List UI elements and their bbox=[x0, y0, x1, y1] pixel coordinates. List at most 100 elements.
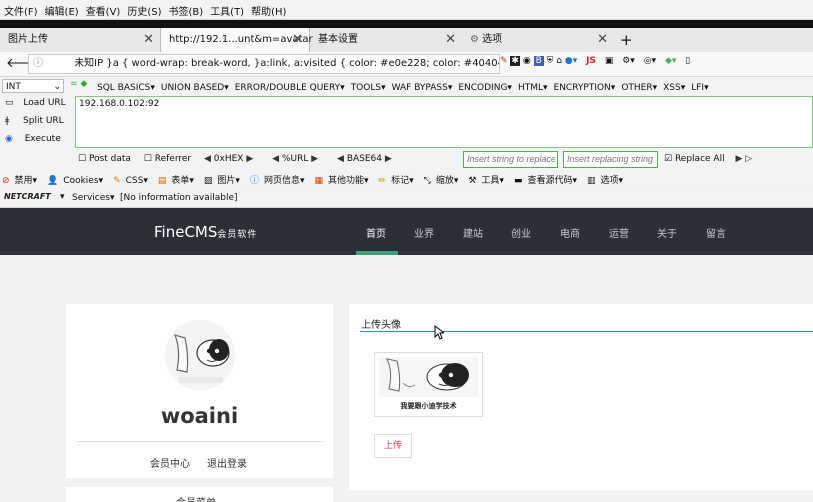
referrer-checkbox[interactable]: ☐ bbox=[144, 154, 152, 164]
puzzle-icon[interactable]: ✱ bbox=[510, 56, 520, 66]
split-url-button[interactable]: ǂ Split URL bbox=[5, 116, 64, 126]
image-icon[interactable]: ▣ bbox=[605, 56, 614, 66]
url-encode-arrow[interactable]: ▶ bbox=[311, 154, 318, 164]
hackbar-url-textarea[interactable]: 192.168.0.102:92 bbox=[75, 96, 813, 148]
misc-menu[interactable]: ▦ 其他功能▾ bbox=[314, 176, 373, 186]
cookies-menu[interactable]: 👤 Cookies▾ bbox=[47, 176, 108, 186]
b-icon[interactable]: B bbox=[533, 56, 544, 66]
type-select[interactable]: INT ⌄ bbox=[2, 79, 64, 93]
mouse-cursor-icon bbox=[434, 325, 444, 340]
menu-encryption[interactable]: ENCRYPTION▾ bbox=[554, 83, 616, 93]
menu-lfi[interactable]: LFI▾ bbox=[691, 83, 708, 93]
hex-decode-arrow[interactable]: ◀ bbox=[204, 154, 211, 164]
hex-encode-arrow[interactable]: ▶ bbox=[246, 154, 253, 164]
menu-error-double[interactable]: ERROR/DOUBLE QUERY▾ bbox=[235, 83, 345, 93]
target-icon[interactable]: ◎▾ bbox=[644, 56, 656, 66]
chevron-down-icon: ⌄ bbox=[53, 82, 61, 92]
menu-help[interactable]: 帮助(H) bbox=[247, 0, 289, 18]
nav-message[interactable]: 留言 bbox=[706, 225, 726, 240]
nav-industry[interactable]: 业界 bbox=[414, 225, 434, 240]
info-icon: ⓘ bbox=[249, 176, 259, 186]
shield-icon[interactable]: ⛨ bbox=[547, 56, 554, 66]
address-bar[interactable]: ⓘ 未知IP }a { word-wrap: break-word, }a:li… bbox=[28, 54, 500, 74]
load-url-button[interactable]: ▭ Load URL bbox=[5, 98, 66, 108]
url-decode-arrow[interactable]: ◀ bbox=[272, 154, 279, 164]
add-icon[interactable]: = ◆ bbox=[70, 79, 87, 89]
base64-encode-arrow[interactable]: ▶ bbox=[385, 154, 392, 164]
globe-icon[interactable]: ●▾ bbox=[565, 56, 577, 66]
home-icon[interactable]: ⌂ bbox=[556, 56, 562, 66]
insert-string-input[interactable] bbox=[463, 151, 558, 168]
info-icon[interactable]: ⓘ bbox=[33, 58, 43, 69]
new-tab-button[interactable]: + bbox=[616, 28, 638, 52]
forms-menu[interactable]: ▤ 表单▾ bbox=[158, 176, 199, 186]
menu-xss[interactable]: XSS▾ bbox=[663, 83, 685, 93]
tab-label: 图片上传 bbox=[8, 34, 48, 45]
menu-view[interactable]: 查看(V) bbox=[82, 0, 124, 18]
avatar[interactable] bbox=[165, 320, 235, 390]
menu-tools[interactable]: TOOLS▾ bbox=[351, 83, 386, 93]
services-menu[interactable]: Services▾ bbox=[72, 193, 114, 203]
netcraft-logo[interactable]: NETCRAFT bbox=[4, 192, 51, 201]
resize-menu[interactable]: ⤡ 缩放▾ bbox=[424, 176, 464, 186]
tab-basic-settings[interactable]: 基本设置 ✕ bbox=[310, 28, 462, 52]
page-icon[interactable]: ▯ bbox=[685, 56, 690, 66]
web-developer-toolbar: ⊘ 禁用▾ 👤 Cookies▾ ✎ CSS▾ ▤ 表单▾ ▨ 图片▾ ⓘ 网页信息▾ ▦ 其他功能▾ ✏ 标… bbox=[0, 172, 813, 188]
close-icon[interactable]: ✕ bbox=[597, 28, 608, 52]
css-menu[interactable]: ✎ CSS▾ bbox=[113, 176, 153, 186]
replace-arrow[interactable]: ▶ ▷ bbox=[735, 154, 752, 164]
forms-label: 表单▾ bbox=[171, 176, 194, 186]
menu-edit[interactable]: 编辑(E) bbox=[41, 0, 82, 18]
upload-button[interactable]: 上传 bbox=[374, 434, 412, 458]
nav-startup[interactable]: 创业 bbox=[511, 225, 531, 240]
nav-about[interactable]: 关于 bbox=[657, 225, 677, 240]
tab-options[interactable]: ⚙ 选项 ✕ bbox=[464, 28, 614, 52]
close-icon[interactable]: ✕ bbox=[445, 28, 456, 52]
menu-waf-bypass[interactable]: WAF BYPASS▾ bbox=[392, 83, 453, 93]
disable-menu[interactable]: ⊘ 禁用▾ bbox=[2, 176, 42, 186]
replace-all-checkbox[interactable]: ☑ bbox=[664, 154, 672, 164]
pen-icon[interactable]: ✎ bbox=[500, 56, 508, 66]
insert-replacing-input[interactable] bbox=[563, 151, 658, 168]
base64-decode-arrow[interactable]: ◀ bbox=[337, 154, 344, 164]
menu-history[interactable]: 历史(S) bbox=[123, 0, 164, 18]
menu-encoding[interactable]: ENCODING▾ bbox=[458, 83, 512, 93]
replace-all-control[interactable]: ☑ Replace All ▶ ▷ bbox=[664, 154, 752, 164]
close-icon[interactable]: ✕ bbox=[292, 28, 303, 52]
palette-icon[interactable]: ◆▾ bbox=[665, 56, 676, 66]
tab-avatar[interactable]: http://192.1...unt&m=avatar ✕ bbox=[160, 28, 313, 52]
outline-menu[interactable]: ✏ 标记▾ bbox=[379, 176, 419, 186]
nav-ecommerce[interactable]: 电商 bbox=[560, 225, 580, 240]
menu-sql-basics[interactable]: SQL BASICS▾ bbox=[97, 83, 155, 93]
cookies-label: Cookies▾ bbox=[63, 176, 104, 186]
js-icon[interactable]: JS bbox=[586, 56, 596, 66]
page-info-menu[interactable]: ⓘ 网页信息▾ bbox=[250, 176, 310, 186]
member-center-link[interactable]: 会员中心 bbox=[150, 455, 190, 470]
menu-file[interactable]: 文件(F) bbox=[0, 0, 41, 18]
menu-other[interactable]: OTHER▾ bbox=[621, 83, 657, 93]
tab-image-upload[interactable]: 图片上传 ✕ bbox=[0, 28, 160, 52]
tools-menu[interactable]: ⚒ 工具▾ bbox=[468, 176, 509, 186]
logout-link[interactable]: 退出登录 bbox=[207, 455, 247, 470]
images-menu[interactable]: ▨ 图片▾ bbox=[204, 176, 245, 186]
nav-operations[interactable]: 运营 bbox=[609, 225, 629, 240]
execute-button[interactable]: ◉ Execute bbox=[5, 134, 61, 144]
menu-bookmarks[interactable]: 书签(B) bbox=[165, 0, 207, 18]
source-icon: ▬ bbox=[513, 176, 523, 186]
menu-html[interactable]: HTML▾ bbox=[518, 83, 548, 93]
post-data-checkbox[interactable]: ☐ bbox=[78, 154, 86, 164]
close-icon[interactable]: ✕ bbox=[143, 28, 154, 52]
nav-home[interactable]: 首页 bbox=[366, 225, 386, 240]
menu-union-based[interactable]: UNION BASED▾ bbox=[161, 83, 229, 93]
view-source-menu[interactable]: ▬ 查看源代码▾ bbox=[514, 176, 582, 186]
execute-label: Execute bbox=[24, 134, 61, 144]
tools-label: 工具▾ bbox=[481, 176, 504, 186]
options-menu[interactable]: ▥ 选项▾ bbox=[587, 176, 628, 186]
nav-build[interactable]: 建站 bbox=[463, 225, 483, 240]
netcraft-dropdown-icon[interactable]: ▾ bbox=[60, 192, 65, 202]
eye-icon[interactable]: ◉ bbox=[523, 56, 531, 66]
menu-tools[interactable]: 工具(T) bbox=[206, 0, 247, 18]
address-text: 未知IP }a { word-wrap: break-word, }a:link… bbox=[74, 58, 500, 69]
site-logo[interactable]: FineCMS会员软件 bbox=[154, 223, 257, 241]
settings-icon[interactable]: ⚙▾ bbox=[622, 56, 635, 66]
